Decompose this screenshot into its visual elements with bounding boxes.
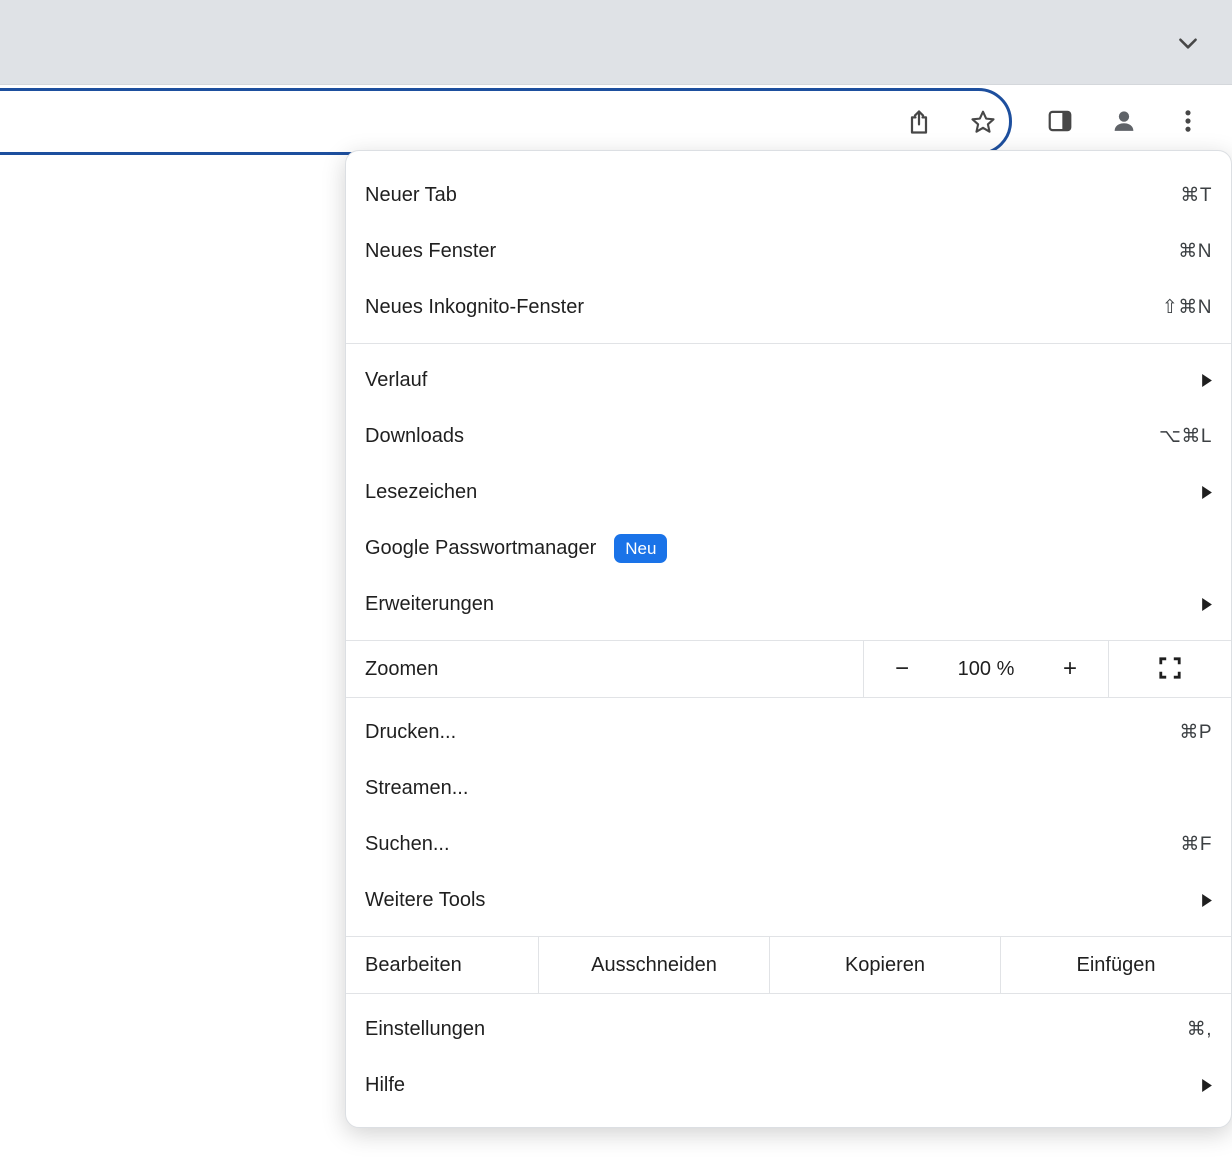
menu-item-shortcut: ⇧⌘N <box>1162 296 1212 319</box>
side-panel-button[interactable] <box>1044 106 1076 138</box>
cut-button[interactable]: Ausschneiden <box>538 937 769 993</box>
submenu-arrow-icon <box>1201 374 1212 387</box>
side-panel-icon <box>1046 107 1074 138</box>
menu-item-label: Neues Fenster <box>365 240 1178 263</box>
menu-item-password-manager[interactable]: Google Passwortmanager Neu <box>346 520 1231 576</box>
menu-item-label: Downloads <box>365 425 1159 448</box>
share-button[interactable] <box>903 107 935 139</box>
star-icon <box>969 108 997 139</box>
menu-item-label: Neuer Tab <box>365 184 1180 207</box>
menu-item-help[interactable]: Hilfe <box>346 1057 1231 1113</box>
menu-separator <box>346 343 1231 344</box>
menu-item-label: Erweiterungen <box>365 593 1201 616</box>
menu-item-downloads[interactable]: Downloads ⌥⌘L <box>346 408 1231 464</box>
zoom-label: Zoomen <box>365 658 438 681</box>
zoom-controls: − 100 % + <box>863 641 1109 697</box>
tab-search-button[interactable] <box>1174 30 1202 58</box>
menu-item-zoom: Zoomen − 100 % + <box>346 640 1231 698</box>
submenu-arrow-icon <box>1201 598 1212 611</box>
menu-item-more-tools[interactable]: Weitere Tools <box>346 872 1231 928</box>
profile-button[interactable] <box>1108 106 1140 138</box>
zoom-out-button[interactable]: − <box>890 655 914 683</box>
menu-item-cast[interactable]: Streamen... <box>346 760 1231 816</box>
menu-item-label: Google Passwortmanager <box>365 537 596 560</box>
menu-item-edit: Bearbeiten Ausschneiden Kopieren Einfüge… <box>346 936 1231 994</box>
menu-item-shortcut: ⌘, <box>1187 1018 1212 1041</box>
menu-item-label: Hilfe <box>365 1074 1201 1097</box>
edit-label: Bearbeiten <box>346 937 538 993</box>
menu-item-new-window[interactable]: Neues Fenster ⌘N <box>346 223 1231 279</box>
bookmark-star-button[interactable] <box>967 107 999 139</box>
menu-item-label: Neues Inkognito-Fenster <box>365 296 1162 319</box>
zoom-level: 100 % <box>958 658 1015 681</box>
menu-item-label: Weitere Tools <box>365 889 1201 912</box>
submenu-arrow-icon <box>1201 486 1212 499</box>
menu-item-label: Lesezeichen <box>365 481 1201 504</box>
menu-item-settings[interactable]: Einstellungen ⌘, <box>346 1001 1231 1057</box>
chevron-down-icon <box>1175 30 1201 59</box>
share-icon <box>905 108 933 139</box>
menu-item-label: Einstellungen <box>365 1018 1187 1041</box>
profile-avatar-icon <box>1110 107 1138 138</box>
new-badge: Neu <box>614 534 667 563</box>
browser-menu-button[interactable] <box>1172 106 1204 138</box>
fullscreen-button[interactable] <box>1157 655 1183 684</box>
zoom-in-button[interactable]: + <box>1058 655 1082 683</box>
paste-button[interactable]: Einfügen <box>1000 937 1231 993</box>
browser-window: Neuer Tab ⌘T Neues Fenster ⌘N Neues Inko… <box>0 0 1232 1160</box>
fullscreen-icon <box>1157 669 1183 684</box>
menu-item-label: Streamen... <box>365 777 1212 800</box>
menu-item-new-incognito-window[interactable]: Neues Inkognito-Fenster ⇧⌘N <box>346 279 1231 335</box>
menu-item-new-tab[interactable]: Neuer Tab ⌘T <box>346 167 1231 223</box>
menu-item-label: Suchen... <box>365 833 1180 856</box>
submenu-arrow-icon <box>1201 1079 1212 1092</box>
three-dot-menu-icon <box>1174 107 1202 138</box>
menu-item-print[interactable]: Drucken... ⌘P <box>346 704 1231 760</box>
menu-item-extensions[interactable]: Erweiterungen <box>346 576 1231 632</box>
menu-item-history[interactable]: Verlauf <box>346 352 1231 408</box>
menu-item-shortcut: ⌘N <box>1178 240 1212 263</box>
menu-item-shortcut: ⌘P <box>1179 721 1212 744</box>
menu-item-find[interactable]: Suchen... ⌘F <box>346 816 1231 872</box>
toolbar <box>0 86 1232 160</box>
menu-item-label: Verlauf <box>365 369 1201 392</box>
menu-item-shortcut: ⌘F <box>1180 833 1212 856</box>
menu-item-bookmarks[interactable]: Lesezeichen <box>346 464 1231 520</box>
menu-item-shortcut: ⌘T <box>1180 184 1212 207</box>
submenu-arrow-icon <box>1201 894 1212 907</box>
copy-button[interactable]: Kopieren <box>769 937 1000 993</box>
app-menu: Neuer Tab ⌘T Neues Fenster ⌘N Neues Inko… <box>345 150 1232 1128</box>
menu-item-label: Drucken... <box>365 721 1179 744</box>
menu-item-shortcut: ⌥⌘L <box>1159 425 1212 448</box>
tab-strip <box>0 0 1232 85</box>
omnibox-address-bar[interactable] <box>0 88 1012 155</box>
